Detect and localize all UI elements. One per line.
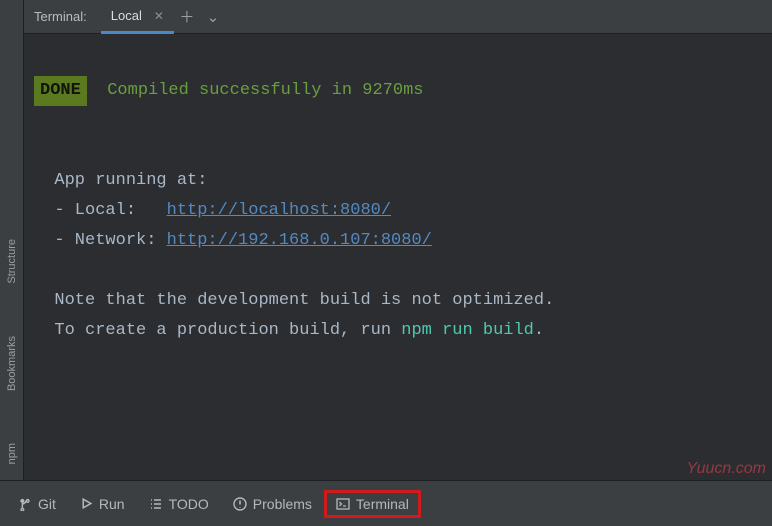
list-icon xyxy=(149,497,163,511)
sidebar-tab-npm[interactable]: npm xyxy=(6,437,18,470)
tool-window-terminal[interactable]: Terminal xyxy=(324,490,421,518)
tool-window-problems[interactable]: Problems xyxy=(221,490,324,518)
new-tab-button[interactable]: ＋ xyxy=(174,4,200,30)
tool-window-label: Terminal xyxy=(356,496,409,512)
sidebar-tab-structure[interactable]: Structure xyxy=(6,233,18,290)
git-branch-icon xyxy=(18,497,32,511)
tool-window-run[interactable]: Run xyxy=(68,490,137,518)
plus-icon: ＋ xyxy=(179,6,194,27)
tool-window-label: TODO xyxy=(169,496,209,512)
tab-options-button[interactable]: ⌄ xyxy=(200,4,226,30)
terminal-output[interactable]: DONE Compiled successfully in 9270ms App… xyxy=(24,34,772,480)
note-line-1: Note that the development build is not o… xyxy=(54,291,554,310)
tool-window-label: Git xyxy=(38,496,56,512)
tool-window-label: Run xyxy=(99,496,125,512)
warning-icon xyxy=(233,497,247,511)
tool-window-todo[interactable]: TODO xyxy=(137,490,221,518)
local-label: - Local: xyxy=(54,201,166,220)
tool-window-git[interactable]: Git xyxy=(6,490,68,518)
network-url-link[interactable]: http://192.168.0.107:8080/ xyxy=(167,231,432,250)
note-line-2-prefix: To create a production build, run xyxy=(54,321,401,340)
chevron-down-icon: ⌄ xyxy=(207,8,220,26)
play-icon xyxy=(80,497,93,510)
local-url-link[interactable]: http://localhost:8080/ xyxy=(167,201,391,220)
terminal-icon xyxy=(336,497,350,511)
terminal-panel-header: Terminal: Local ✕ ＋ ⌄ xyxy=(24,0,772,34)
network-label: - Network: xyxy=(54,231,166,250)
app-running-line: App running at: xyxy=(54,171,207,190)
watermark: Yuucn.com xyxy=(687,460,766,478)
sidebar-tab-bookmarks[interactable]: Bookmarks xyxy=(6,330,18,397)
tool-window-label: Problems xyxy=(253,496,312,512)
close-icon[interactable]: ✕ xyxy=(154,9,164,23)
sidebar-tab-label: npm xyxy=(6,443,18,464)
sidebar-tab-label: Bookmarks xyxy=(6,336,18,391)
sidebar-tab-label: Structure xyxy=(6,239,18,284)
bottom-tool-bar: Git Run TODO Problems Terminal xyxy=(0,480,772,526)
compiled-message: Compiled successfully in 9270ms xyxy=(107,81,423,100)
done-badge: DONE xyxy=(34,76,87,106)
left-gutter: Structure Bookmarks npm xyxy=(0,0,24,480)
note-line-2-suffix: . xyxy=(534,321,544,340)
terminal-tab-local[interactable]: Local ✕ xyxy=(101,0,174,34)
npm-run-build-command: npm run build xyxy=(401,321,534,340)
panel-title: Terminal: xyxy=(34,9,87,24)
terminal-tab-label: Local xyxy=(111,8,142,23)
